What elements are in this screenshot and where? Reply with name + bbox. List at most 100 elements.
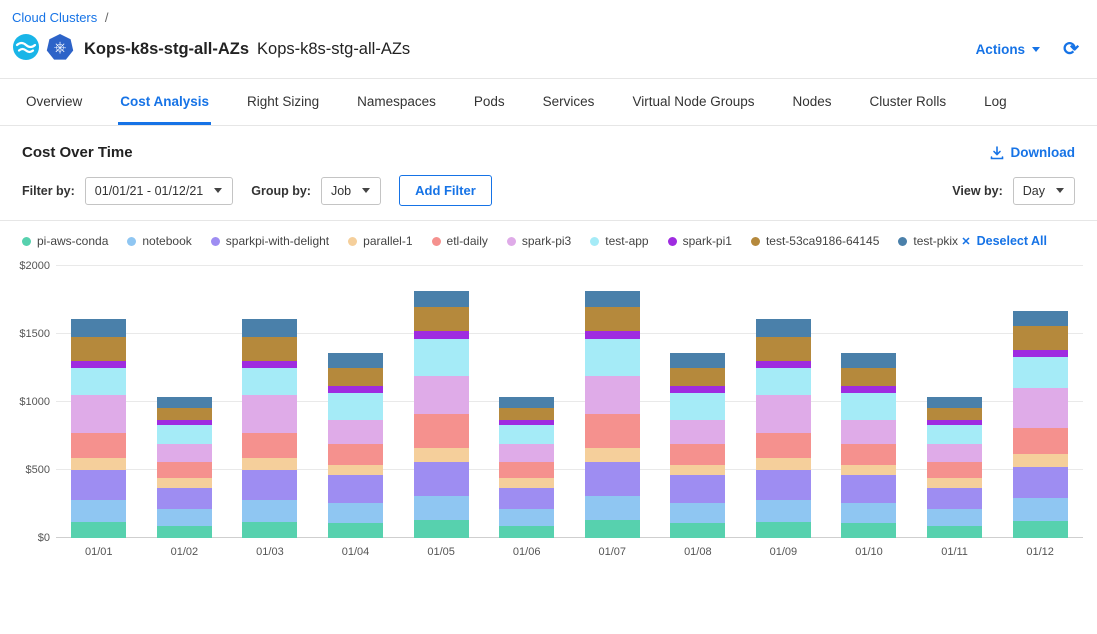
bar-segment-parallel-1[interactable] [927, 478, 982, 488]
bar-segment-notebook[interactable] [328, 503, 383, 523]
bar-segment-spark-pi1[interactable] [585, 331, 640, 339]
bar-segment-parallel-1[interactable] [414, 448, 469, 462]
bar-segment-test-app[interactable] [1013, 357, 1068, 388]
bar-segment-test-53ca9186-64145[interactable] [927, 408, 982, 420]
bar-segment-parallel-1[interactable] [499, 478, 554, 488]
view-by-select[interactable]: Day [1013, 177, 1075, 205]
bar-segment-pi-aws-conda[interactable] [414, 520, 469, 538]
bar-segment-test-app[interactable] [328, 393, 383, 420]
bar-segment-test-app[interactable] [71, 368, 126, 395]
download-button[interactable]: Download [990, 145, 1076, 160]
tab-cost-analysis[interactable]: Cost Analysis [118, 79, 211, 125]
bar-segment-test-53ca9186-64145[interactable] [157, 408, 212, 420]
deselect-all-button[interactable]: ✕ Deselect All [961, 234, 1075, 248]
bar-segment-sparkpi-with-delight[interactable] [242, 470, 297, 500]
bar-segment-spark-pi3[interactable] [499, 444, 554, 462]
bar-segment-pi-aws-conda[interactable] [1013, 521, 1068, 538]
tab-namespaces[interactable]: Namespaces [355, 79, 438, 125]
legend-item-etl-daily[interactable]: etl-daily [432, 234, 488, 248]
bar-segment-notebook[interactable] [585, 496, 640, 520]
bar-segment-etl-daily[interactable] [414, 414, 469, 448]
bar-segment-test-53ca9186-64145[interactable] [328, 368, 383, 386]
bar-segment-spark-pi1[interactable] [414, 331, 469, 339]
bar-segment-test-53ca9186-64145[interactable] [242, 337, 297, 361]
bar-segment-spark-pi3[interactable] [927, 444, 982, 462]
bar-segment-spark-pi3[interactable] [157, 444, 212, 462]
bar-stack-01/11[interactable] [927, 266, 982, 538]
refresh-icon[interactable]: ⟳ [1063, 40, 1079, 59]
bar-segment-parallel-1[interactable] [242, 458, 297, 470]
bar-segment-test-app[interactable] [756, 368, 811, 395]
bar-segment-test-pkix[interactable] [328, 353, 383, 368]
legend-item-spark-pi3[interactable]: spark-pi3 [507, 234, 571, 248]
tab-virtual-node-groups[interactable]: Virtual Node Groups [630, 79, 756, 125]
bar-segment-test-53ca9186-64145[interactable] [670, 368, 725, 386]
bar-segment-sparkpi-with-delight[interactable] [841, 475, 896, 502]
bar-segment-sparkpi-with-delight[interactable] [927, 488, 982, 510]
legend-item-pi-aws-conda[interactable]: pi-aws-conda [22, 234, 108, 248]
bar-segment-notebook[interactable] [242, 500, 297, 522]
bar-segment-test-pkix[interactable] [157, 397, 212, 408]
bar-segment-pi-aws-conda[interactable] [670, 523, 725, 538]
bar-segment-etl-daily[interactable] [71, 433, 126, 457]
tab-pods[interactable]: Pods [472, 79, 507, 125]
legend-item-test-pkix[interactable]: test-pkix [898, 234, 958, 248]
bar-stack-01/09[interactable] [756, 266, 811, 538]
bar-segment-etl-daily[interactable] [670, 444, 725, 464]
breadcrumb-link-cloud-clusters[interactable]: Cloud Clusters [12, 10, 97, 25]
bar-segment-notebook[interactable] [157, 509, 212, 525]
bar-segment-test-app[interactable] [927, 425, 982, 444]
tab-cluster-rolls[interactable]: Cluster Rolls [868, 79, 949, 125]
bar-segment-test-53ca9186-64145[interactable] [71, 337, 126, 361]
bar-stack-01/02[interactable] [157, 266, 212, 538]
bar-segment-spark-pi1[interactable] [328, 386, 383, 393]
bar-segment-pi-aws-conda[interactable] [328, 523, 383, 538]
bar-segment-test-app[interactable] [670, 393, 725, 420]
bar-segment-pi-aws-conda[interactable] [927, 526, 982, 538]
bar-segment-notebook[interactable] [927, 509, 982, 525]
bar-segment-sparkpi-with-delight[interactable] [414, 462, 469, 496]
bar-segment-spark-pi3[interactable] [414, 376, 469, 414]
bar-segment-test-pkix[interactable] [1013, 311, 1068, 326]
bar-segment-parallel-1[interactable] [71, 458, 126, 470]
legend-item-test-53ca9186-64145[interactable]: test-53ca9186-64145 [751, 234, 879, 248]
bar-segment-etl-daily[interactable] [927, 462, 982, 478]
bar-segment-test-pkix[interactable] [927, 397, 982, 408]
tab-services[interactable]: Services [541, 79, 597, 125]
bar-segment-etl-daily[interactable] [157, 462, 212, 478]
bar-segment-test-53ca9186-64145[interactable] [1013, 326, 1068, 350]
bar-segment-spark-pi3[interactable] [242, 395, 297, 433]
bar-segment-test-pkix[interactable] [841, 353, 896, 368]
bar-segment-test-pkix[interactable] [414, 291, 469, 307]
bar-segment-notebook[interactable] [414, 496, 469, 520]
bar-segment-test-app[interactable] [157, 425, 212, 444]
bar-segment-pi-aws-conda[interactable] [499, 526, 554, 538]
bar-segment-test-app[interactable] [841, 393, 896, 420]
bar-segment-test-pkix[interactable] [756, 319, 811, 337]
bar-segment-spark-pi1[interactable] [242, 361, 297, 368]
bar-segment-pi-aws-conda[interactable] [756, 522, 811, 538]
tab-right-sizing[interactable]: Right Sizing [245, 79, 321, 125]
legend-item-parallel-1[interactable]: parallel-1 [348, 234, 412, 248]
bar-segment-pi-aws-conda[interactable] [585, 520, 640, 538]
bar-segment-parallel-1[interactable] [1013, 454, 1068, 467]
bar-segment-parallel-1[interactable] [670, 465, 725, 476]
bar-segment-notebook[interactable] [1013, 498, 1068, 521]
bar-segment-sparkpi-with-delight[interactable] [756, 470, 811, 500]
bar-segment-test-pkix[interactable] [670, 353, 725, 368]
bar-segment-etl-daily[interactable] [328, 444, 383, 464]
bar-segment-test-app[interactable] [585, 339, 640, 376]
bar-segment-spark-pi3[interactable] [670, 420, 725, 444]
legend-item-test-app[interactable]: test-app [590, 234, 648, 248]
bar-stack-01/05[interactable] [414, 266, 469, 538]
bar-segment-parallel-1[interactable] [756, 458, 811, 470]
bar-segment-spark-pi3[interactable] [1013, 388, 1068, 427]
group-by-select[interactable]: Job [321, 177, 381, 205]
bar-segment-test-53ca9186-64145[interactable] [841, 368, 896, 386]
bar-segment-parallel-1[interactable] [841, 465, 896, 476]
bar-segment-test-pkix[interactable] [71, 319, 126, 337]
legend-item-sparkpi-with-delight[interactable]: sparkpi-with-delight [211, 234, 329, 248]
bar-segment-test-app[interactable] [242, 368, 297, 395]
tab-log[interactable]: Log [982, 79, 1009, 125]
bar-segment-etl-daily[interactable] [841, 444, 896, 464]
